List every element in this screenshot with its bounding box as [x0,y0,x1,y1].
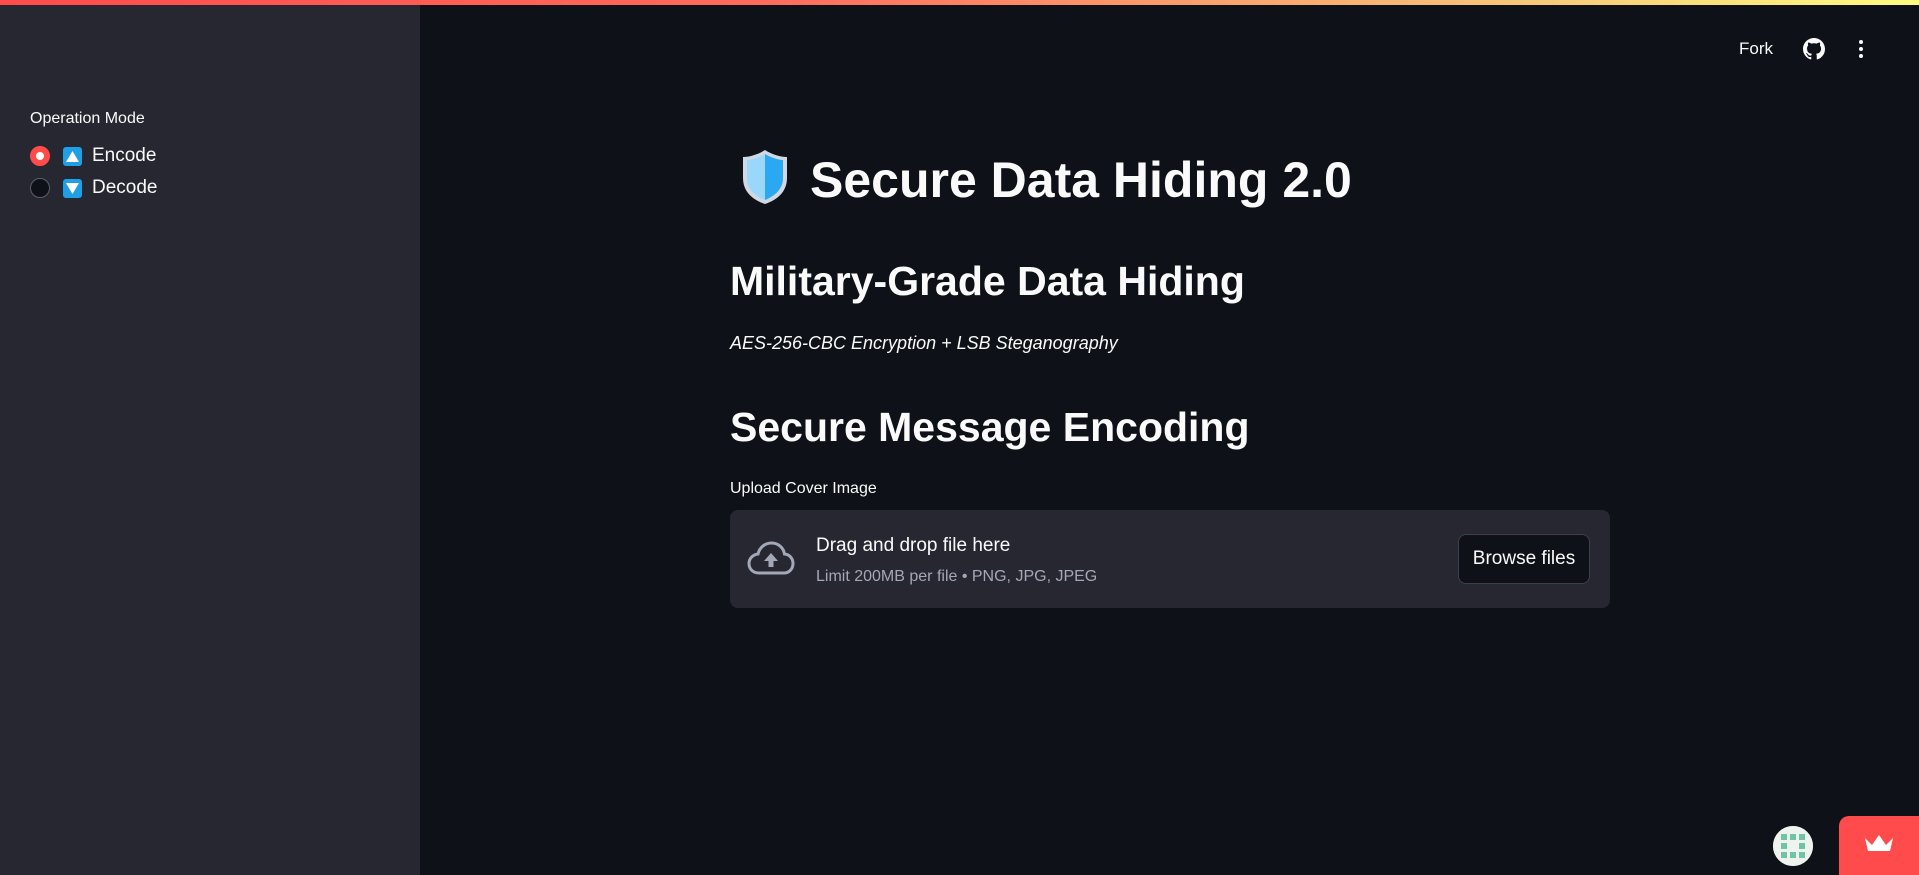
operation-mode-label: Operation Mode [30,110,145,127]
github-icon[interactable] [1803,38,1825,65]
dropzone-limit: Limit 200MB per file • PNG, JPG, JPEG [816,568,1098,585]
page-title: Secure Data Hiding 2.0 [810,151,1352,208]
radio-button[interactable] [30,178,50,198]
cloud-upload-icon [747,540,795,581]
down-triangle-icon [63,178,82,198]
title-row: Secure Data Hiding 2.0 [740,148,1352,211]
radio-encode[interactable]: Encode [30,143,156,169]
radio-button[interactable] [30,146,50,166]
dropzone-title: Drag and drop file here [816,535,1011,556]
shield-icon [740,148,790,211]
section-heading: Secure Message Encoding [730,404,1250,450]
radio-decode[interactable]: Decode [30,175,158,201]
file-dropzone[interactable]: Drag and drop file here Limit 200MB per … [730,510,1610,608]
crown-icon [1863,832,1895,859]
radio-label: Decode [92,177,158,198]
up-triangle-icon [63,146,82,166]
avatar[interactable] [1773,826,1813,866]
crown-button[interactable] [1839,816,1919,875]
kebab-menu-icon[interactable] [1857,38,1865,65]
fork-link[interactable]: Fork [1739,39,1773,59]
browse-files-button[interactable]: Browse files [1458,534,1590,584]
top-decoration-stripe [0,0,1919,5]
heading-military-grade: Military-Grade Data Hiding [730,258,1245,304]
subtitle: AES-256-CBC Encryption + LSB Steganograp… [730,333,1118,353]
sidebar: Operation Mode Encode Decode [0,0,420,875]
header-toolbar: Fork [1739,36,1919,64]
upload-label: Upload Cover Image [730,480,877,497]
radio-label: Encode [92,145,157,166]
